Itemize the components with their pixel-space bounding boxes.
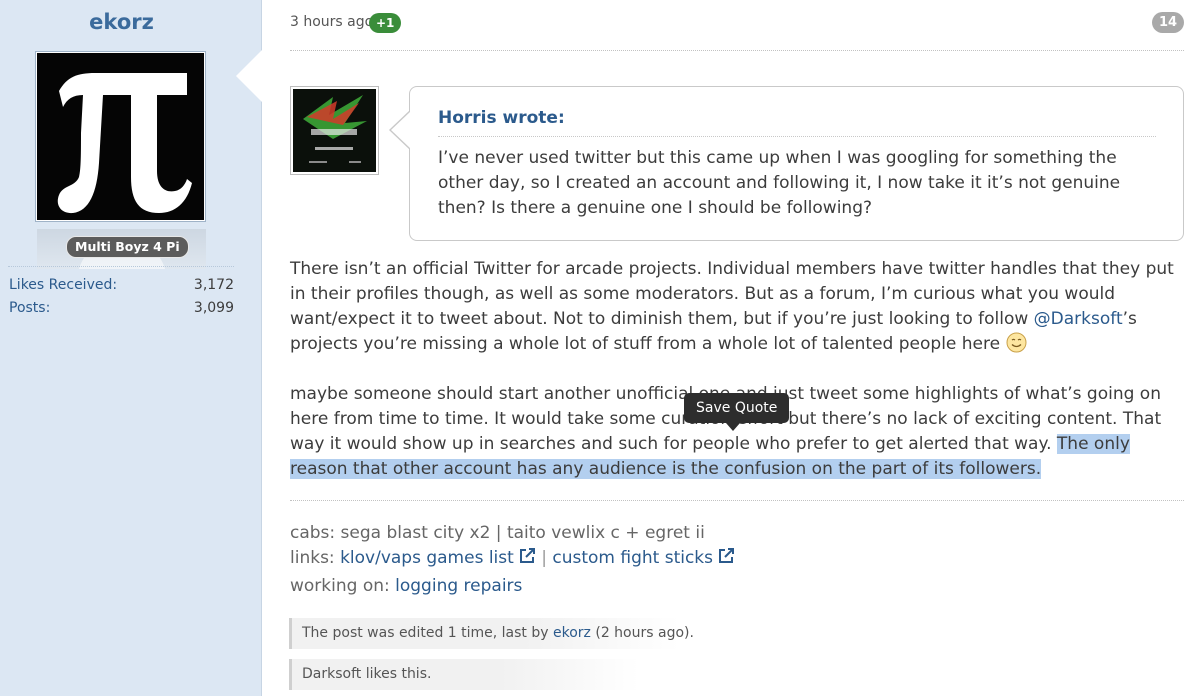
links-separator: | — [535, 548, 553, 568]
stat-label[interactable]: Posts: — [9, 300, 50, 316]
klov-link[interactable]: klov/vaps games list — [340, 548, 536, 568]
post-pointer-arrow — [236, 50, 262, 102]
post-paragraph-1: There isn’t an official Twitter for arca… — [290, 257, 1190, 357]
user-title-badge: Multi Boyz 4 Pi — [66, 236, 189, 258]
stat-value: 3,099 — [193, 300, 234, 316]
pi-symbol-icon — [57, 73, 192, 214]
signature-divider — [290, 500, 1184, 501]
smiley-icon — [1006, 332, 1026, 353]
edit-notice-suffix: (2 hours ago). — [590, 625, 694, 641]
edit-notice: The post was edited 1 time, last by ekor… — [289, 618, 694, 649]
stat-label[interactable]: Likes Received: — [9, 277, 117, 293]
post-number-badge[interactable]: 14 — [1152, 12, 1184, 33]
post-timestamp[interactable]: 3 hours ago — [290, 14, 373, 30]
logging-repairs-link[interactable]: logging repairs — [395, 576, 522, 596]
links-prefix: links: — [290, 548, 341, 568]
mention-link[interactable]: @Darksoft — [1034, 309, 1123, 329]
stat-likes-received: Likes Received: 3,172 — [9, 277, 234, 293]
fight-sticks-link[interactable]: custom fight sticks — [552, 548, 735, 568]
editor-user-link[interactable]: ekorz — [553, 625, 591, 641]
tooltip-tail — [726, 423, 740, 431]
external-link-icon — [519, 548, 535, 563]
stat-value: 3,172 — [193, 277, 234, 293]
signature-cabs: cabs: sega blast city x2 | taito vewlix … — [290, 523, 705, 543]
external-link-icon — [719, 548, 735, 563]
edit-notice-prefix: The post was edited 1 time, last by — [302, 625, 553, 641]
game-screenshot-icon — [293, 89, 376, 172]
quote-text: I’ve never used twitter but this came up… — [438, 148, 1121, 218]
quote-author-link[interactable]: Horris wrote: — [438, 108, 565, 128]
klov-link-label[interactable]: klov/vaps games list — [340, 548, 514, 568]
stat-posts: Posts: 3,099 — [9, 300, 234, 316]
user-avatar[interactable] — [35, 51, 206, 222]
likes-notice: Darksoft likes this. — [289, 659, 639, 690]
fight-sticks-link-label[interactable]: custom fight sticks — [552, 548, 713, 568]
quote-author-avatar[interactable] — [290, 86, 379, 175]
working-prefix: working on: — [290, 576, 396, 596]
user-sidebar: ekorz Multi Boyz 4 Pi Likes Received: 3,… — [0, 0, 262, 696]
header-divider — [290, 50, 1184, 51]
save-quote-button[interactable]: Save Quote — [684, 393, 790, 423]
username-link[interactable]: ekorz — [0, 10, 243, 34]
vote-badge[interactable]: +1 — [369, 13, 402, 33]
quote-divider — [438, 136, 1156, 137]
signature-links: links: klov/vaps games list | custom fig… — [290, 546, 735, 571]
stats-divider — [8, 266, 234, 267]
signature-working-on: working on: logging repairs — [290, 574, 522, 599]
